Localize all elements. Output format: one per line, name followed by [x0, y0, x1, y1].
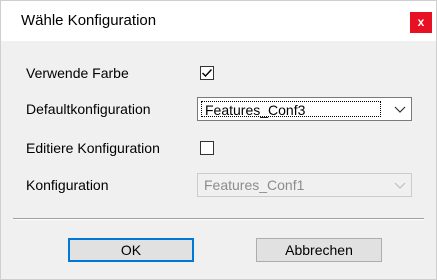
default-config-label: Defaultkonfiguration — [26, 101, 151, 117]
chevron-down-icon[interactable] — [390, 99, 410, 119]
use-color-label: Verwende Farbe — [26, 65, 129, 81]
edit-config-checkbox[interactable] — [200, 141, 214, 155]
config-label: Konfiguration — [26, 177, 109, 193]
config-value: Features_Conf1 — [204, 177, 305, 193]
chevron-down-icon[interactable] — [390, 175, 410, 195]
close-icon: x — [417, 15, 425, 29]
config-select[interactable]: Features_Conf1 — [197, 173, 412, 197]
window-title: Wähle Konfiguration — [21, 12, 157, 29]
cancel-button[interactable]: Abbrechen — [256, 238, 382, 262]
edit-config-label: Editiere Konfiguration — [26, 140, 160, 156]
default-config-select[interactable]: Features_Conf3 — [197, 97, 412, 121]
ok-button[interactable]: OK — [68, 238, 194, 262]
default-config-value: Features_Conf3 — [205, 102, 306, 118]
config-select-inner: Features_Conf1 — [201, 177, 381, 193]
separator — [13, 218, 424, 220]
dialog-window: Wähle Konfiguration x Verwende Farbe Def… — [0, 0, 437, 280]
checkmark-icon — [202, 69, 213, 78]
close-button[interactable]: x — [410, 12, 432, 33]
use-color-checkbox[interactable] — [200, 66, 214, 80]
title-bar: Wähle Konfiguration x — [1, 1, 436, 41]
focus-rect: Features_Conf3 — [201, 101, 381, 118]
